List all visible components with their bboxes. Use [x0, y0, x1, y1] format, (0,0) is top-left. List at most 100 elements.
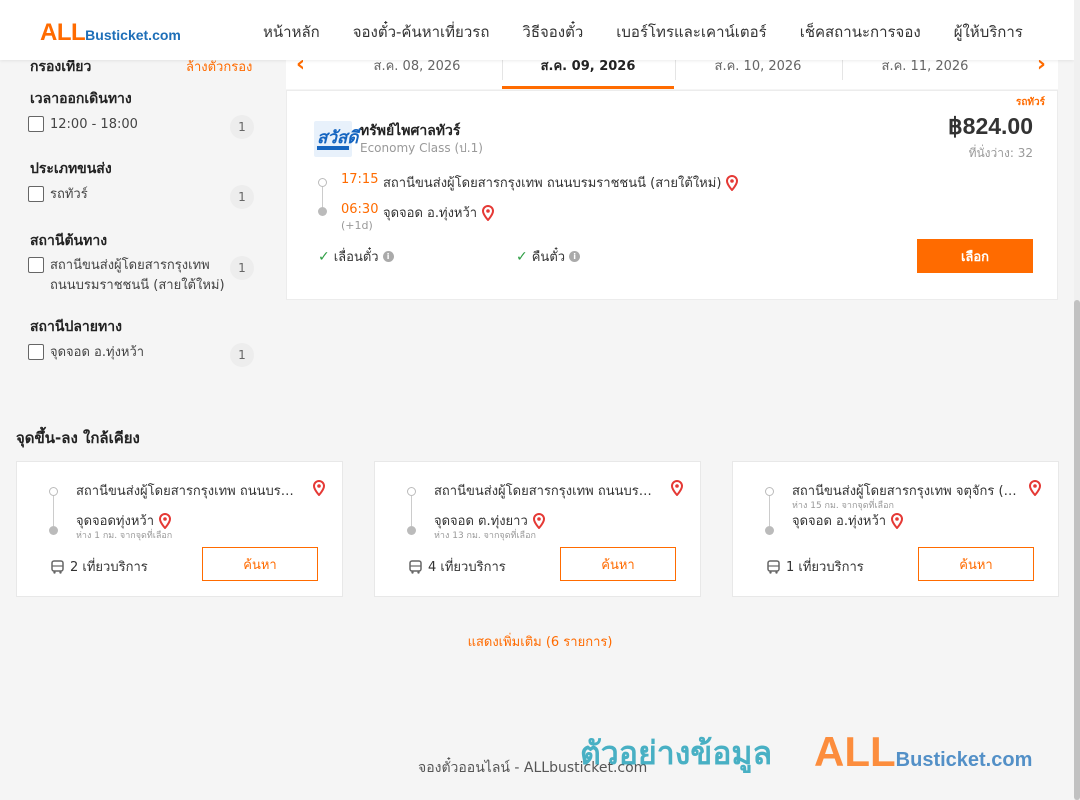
top-header: ALLBusticket.com หน้าหลัก จองตั๋ว-ค้นหาเ… — [0, 0, 1074, 60]
logo-text-busticket: Busticket.com — [85, 27, 181, 43]
map-pin-icon[interactable] — [312, 480, 326, 496]
timeline-start-dot — [407, 487, 416, 496]
timeline-start-dot — [765, 487, 774, 496]
filter-option-label: 12:00 - 18:00 — [50, 117, 138, 132]
nearby-trip-count-label: 2 เที่ยวบริการ — [70, 560, 148, 575]
nav-operators[interactable]: ผู้ให้บริการ — [954, 20, 1023, 44]
bus-icon — [51, 559, 64, 574]
nearby-distance: ห่าง 1 กม. จากจุดที่เลือก — [76, 531, 173, 541]
departure-station: สถานีขนส่งผู้โดยสารกรุงเทพ ถนนบรมราชชนนี… — [383, 172, 739, 193]
watermark-logo: ALLBusticket.com — [814, 728, 1032, 776]
page-scrollbar[interactable] — [1074, 0, 1080, 800]
nearby-search-button[interactable]: ค้นหา — [560, 547, 676, 581]
departure-station-label: สถานีขนส่งผู้โดยสารกรุงเทพ ถนนบรมราชชนนี… — [383, 176, 722, 191]
nearby-trip-count: 2 เที่ยวบริการ — [51, 556, 148, 577]
trip-card: รถทัวร์ สวัสดี ทรัพย์ไพศาลทัวร์ Economy … — [286, 90, 1058, 300]
map-pin-icon[interactable] — [725, 174, 739, 191]
nearby-trip-count: 4 เที่ยวบริการ — [409, 556, 506, 577]
arrival-station-label: จุดจอด อ.ทุ่งหว้า — [383, 206, 478, 221]
nav-contacts[interactable]: เบอร์โทรและเคาน์เตอร์ — [616, 20, 766, 44]
watermark-thai: ตัวอย่างข้อมูล — [580, 734, 773, 772]
checkbox[interactable] — [28, 257, 44, 273]
filter-group-transport-type: ประเภทขนส่ง — [30, 161, 112, 177]
vehicle-type-tag: รถทัวร์ — [1015, 97, 1045, 108]
checkbox[interactable] — [28, 344, 44, 360]
map-pin-icon[interactable] — [481, 204, 495, 221]
nearby-trip-count-label: 4 เที่ยวบริการ — [428, 560, 506, 575]
nav-check-booking[interactable]: เช็คสถานะการจอง — [800, 20, 921, 44]
map-pin-icon[interactable] — [670, 480, 684, 496]
show-more-link[interactable]: แสดงเพิ่มเติม (6 รายการ) — [468, 635, 613, 650]
map-pin-icon[interactable] — [890, 512, 904, 529]
watermark-logo-busticket: Busticket.com — [895, 749, 1033, 771]
filter-group-destination: สถานีปลายทาง — [30, 319, 122, 335]
nearby-section-title: จุดขึ้น-ลง ใกล้เคียง — [16, 429, 140, 447]
timeline-end-dot — [49, 526, 58, 535]
select-trip-button[interactable]: เลือก — [917, 239, 1033, 273]
filter-option-count: 1 — [230, 115, 254, 139]
nearby-search-button[interactable]: ค้นหา — [918, 547, 1034, 581]
next-day-indicator: (+1d) — [341, 219, 373, 232]
bus-icon — [409, 559, 422, 574]
filter-group-origin: สถานีต้นทาง — [30, 233, 108, 249]
map-pin-icon[interactable] — [532, 512, 546, 529]
filter-option-destination[interactable]: จุดจอด อ.ทุ่งหว้า 1 — [28, 343, 254, 367]
logo-text-all: ALL — [40, 19, 86, 46]
nearby-distance: ห่าง 13 กม. จากจุดที่เลือก — [434, 531, 536, 541]
operator-logo: สวัสดี — [314, 121, 358, 157]
filter-option-label: จุดจอด อ.ทุ่งหว้า — [50, 345, 145, 360]
nav-book-search[interactable]: จองตั๋ว-ค้นหาเที่ยวรถ — [353, 20, 490, 44]
bus-icon — [767, 559, 780, 574]
timeline-start-dot — [318, 178, 327, 187]
nearby-trip-count-label: 1 เที่ยวบริการ — [786, 560, 864, 575]
nearby-search-button[interactable]: ค้นหา — [202, 547, 318, 581]
timeline-end-dot — [407, 526, 416, 535]
map-pin-icon[interactable] — [158, 512, 172, 529]
watermark-text: ตัวอย่างข้อมูล — [580, 728, 772, 779]
nav-home[interactable]: หน้าหลัก — [263, 20, 320, 44]
filter-option-label: รถทัวร์ — [50, 187, 88, 202]
policy-refund: ✓ คืนตั๋ว i — [516, 246, 581, 267]
timeline-start-dot — [49, 487, 58, 496]
filter-option-count: 1 — [230, 343, 254, 367]
filter-option-time[interactable]: 12:00 - 18:00 1 — [28, 115, 254, 139]
timeline-line — [53, 496, 54, 526]
filter-option-label: สถานีขนส่งผู้โดยสารกรุงเทพ ถนนบรมราชชนนี… — [50, 258, 225, 293]
nearby-card: สถานีขนส่งผู้โดยสารกรุงเทพ ถนนบรมราชชนนี… — [16, 461, 343, 597]
scrollbar-thumb[interactable] — [1074, 300, 1080, 800]
nearby-trip-count: 1 เที่ยวบริการ — [767, 556, 864, 577]
watermark-logo-all: ALL — [814, 728, 896, 775]
policy-refund-label: คืนตั๋ว — [531, 250, 566, 265]
site-logo[interactable]: ALLBusticket.com — [40, 19, 181, 47]
filter-option-origin[interactable]: สถานีขนส่งผู้โดยสารกรุงเทพ ถนนบรมราชชนนี… — [28, 256, 254, 296]
info-icon[interactable]: i — [382, 251, 394, 262]
departure-time: 17:15 — [341, 172, 379, 187]
filter-option-bus-type[interactable]: รถทัวร์ 1 — [28, 185, 254, 209]
check-icon: ✓ — [516, 248, 528, 265]
operator-logo-bar — [317, 146, 349, 150]
timeline-line — [411, 496, 412, 526]
map-pin-icon[interactable] — [1028, 480, 1042, 496]
timeline-end-dot — [318, 207, 327, 216]
checkbox[interactable] — [28, 186, 44, 202]
show-more-wrap: แสดงเพิ่มเติม (6 รายการ) — [0, 631, 1074, 652]
filter-option-count: 1 — [230, 185, 254, 209]
nearby-from-station: สถานีขนส่งผู้โดยสารกรุงเทพ ถนนบรมราชชนนี… — [434, 484, 660, 499]
check-icon: ✓ — [318, 248, 330, 265]
arrival-time: 06:30 — [341, 202, 379, 217]
nearby-card: สถานีขนส่งผู้โดยสารกรุงเทพ จตุจักร (หมอช… — [732, 461, 1059, 597]
seats-available: ที่นั่งว่าง: 32 — [968, 146, 1033, 160]
nearby-from-station: สถานีขนส่งผู้โดยสารกรุงเทพ ถนนบรมราชชนนี… — [76, 484, 302, 499]
nearby-to-station: จุดจอด อ.ทุ่งหว้า — [792, 510, 904, 531]
main-nav: หน้าหลัก จองตั๋ว-ค้นหาเที่ยวรถ วิธีจองตั… — [263, 20, 1023, 44]
nav-how-to-book[interactable]: วิธีจองตั๋ว — [522, 20, 583, 44]
timeline-end-dot — [765, 526, 774, 535]
policy-change: ✓ เลื่อนตั๋ว i — [318, 246, 394, 267]
nearby-to-label: จุดจอด อ.ทุ่งหว้า — [792, 514, 887, 529]
info-icon[interactable]: i — [569, 251, 581, 262]
filter-option-count: 1 — [230, 256, 254, 280]
filter-group-departure-time: เวลาออกเดินทาง — [30, 91, 132, 107]
timeline-line — [769, 496, 770, 526]
nearby-card: สถานีขนส่งผู้โดยสารกรุงเทพ ถนนบรมราชชนนี… — [374, 461, 701, 597]
checkbox[interactable] — [28, 116, 44, 132]
